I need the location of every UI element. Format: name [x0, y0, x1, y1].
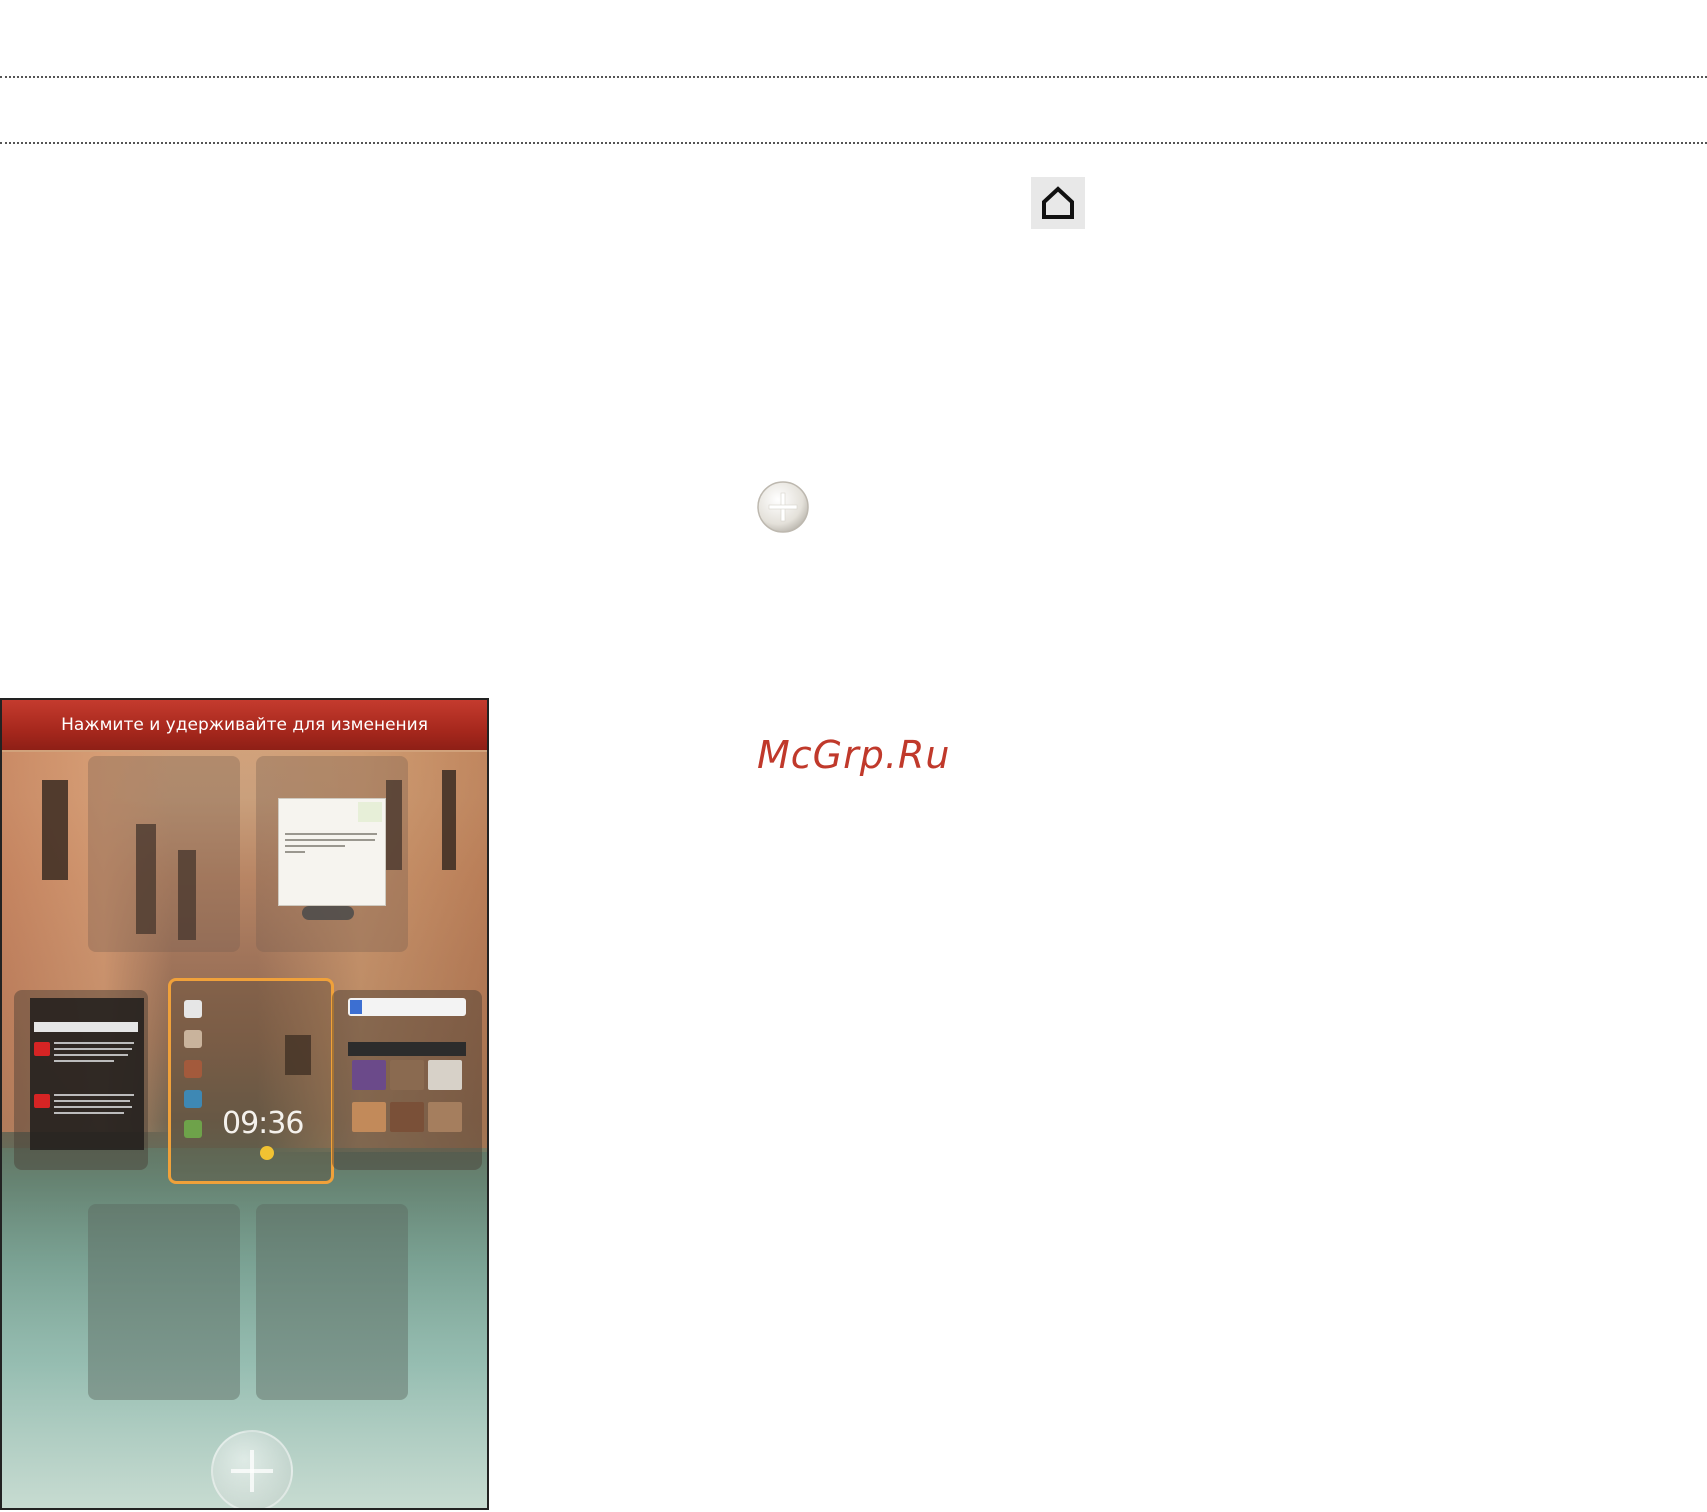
- home-icon: [1031, 177, 1085, 229]
- contact-app-icon: [184, 1030, 202, 1048]
- friend-stream-search[interactable]: [34, 1022, 138, 1032]
- note-text-line: [285, 845, 345, 847]
- friend-stream-widget[interactable]: [30, 998, 144, 1150]
- browser-app-icon: [184, 1090, 202, 1108]
- second-dotted-rule: [0, 142, 1707, 144]
- contact-photo[interactable]: [352, 1060, 386, 1090]
- contact-photo[interactable]: [390, 1102, 424, 1132]
- watermark: McGrp.Ru: [757, 733, 951, 777]
- plus-circle-icon: [757, 481, 809, 533]
- weather-sun-icon: [260, 1146, 274, 1160]
- google-icon: [350, 1000, 362, 1014]
- note-text-line: [285, 839, 375, 841]
- post-text-line: [54, 1112, 124, 1114]
- edit-hint-bar: Нажмите и удерживайте для изменения: [2, 700, 487, 750]
- people-widget[interactable]: [348, 998, 466, 1158]
- youtube-icon: [34, 1042, 50, 1056]
- background-window: [442, 770, 456, 870]
- post-text-line: [54, 1054, 128, 1056]
- post-text-line: [54, 1106, 132, 1108]
- contact-photo[interactable]: [428, 1102, 462, 1132]
- empty-widget-slot[interactable]: [256, 1204, 408, 1400]
- gallery-app-icon: [184, 1120, 202, 1138]
- empty-widget-slot[interactable]: [88, 1204, 240, 1400]
- note-text-line: [285, 833, 377, 835]
- note-widget-tag: [358, 802, 382, 822]
- post-text-line: [54, 1048, 132, 1050]
- background-window: [42, 780, 68, 880]
- contact-photo[interactable]: [352, 1102, 386, 1132]
- post-text-line: [54, 1042, 134, 1044]
- note-text-line: [285, 851, 305, 853]
- note-widget[interactable]: [278, 798, 386, 906]
- add-widget-button[interactable]: [211, 1430, 293, 1508]
- contact-photo[interactable]: [390, 1060, 424, 1090]
- google-search-bar[interactable]: [348, 998, 466, 1016]
- post-text-line: [54, 1094, 134, 1096]
- clock-widget[interactable]: 09:36: [170, 996, 322, 1184]
- youtube-icon: [34, 1094, 50, 1108]
- people-widget-header: [348, 1042, 466, 1056]
- widget-slot[interactable]: [88, 756, 240, 952]
- contact-photo[interactable]: [428, 1060, 462, 1090]
- clock-time: 09:36: [222, 1106, 304, 1141]
- note-widget-toolbar[interactable]: [302, 906, 354, 920]
- top-dotted-rule: [0, 76, 1707, 78]
- post-text-line: [54, 1060, 114, 1062]
- people-app-icon: [184, 1060, 202, 1078]
- phone-screenshot: Нажмите и удерживайте для изменения 09:3…: [0, 698, 489, 1510]
- mail-app-icon: [184, 1000, 202, 1018]
- post-text-line: [54, 1100, 130, 1102]
